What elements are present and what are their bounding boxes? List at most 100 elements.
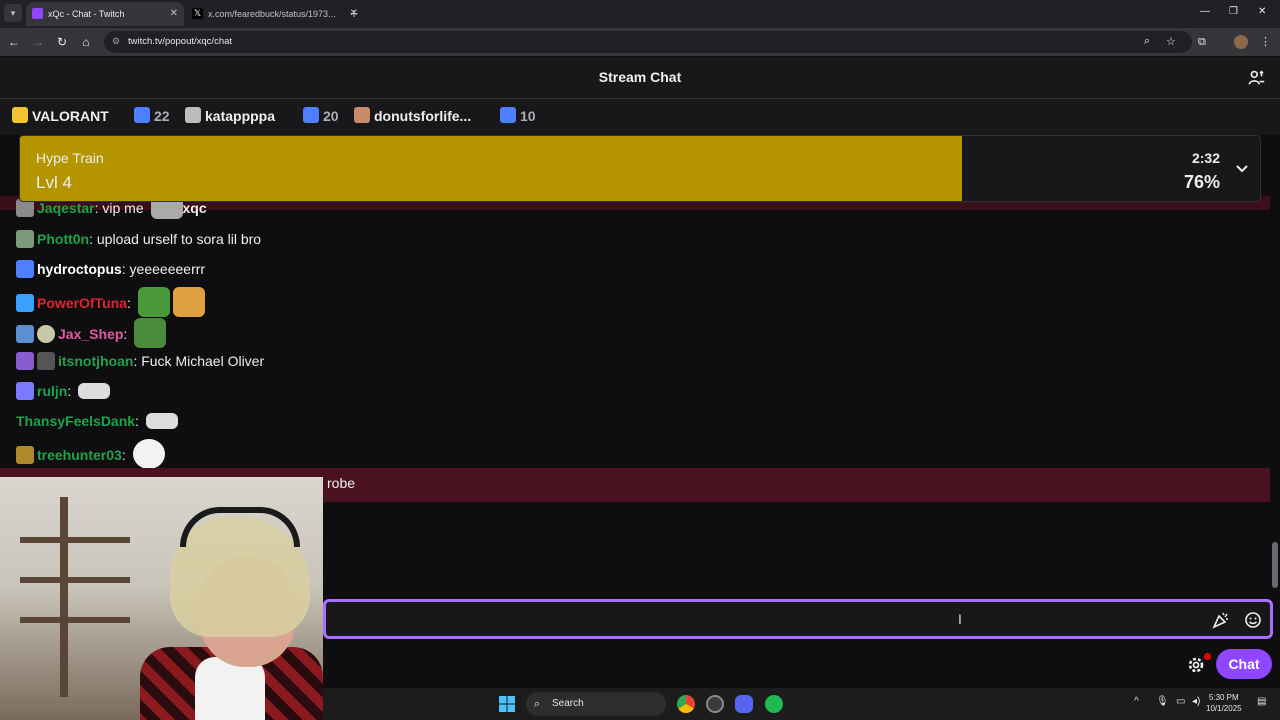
search-icon: ⌕ [534, 698, 541, 710]
notifications-icon[interactable]: ▤ [1257, 696, 1266, 707]
chrome-icon[interactable] [677, 695, 695, 713]
leaderboard-count: 10 [500, 106, 536, 126]
new-tab-button[interactable]: + [346, 4, 362, 22]
badge-icon [16, 294, 34, 312]
close-icon[interactable]: ✕ [170, 2, 178, 26]
emote-picker-icon[interactable] [1244, 611, 1262, 629]
badge-icon [16, 446, 34, 464]
zoom-icon[interactable]: ⌕ [1144, 35, 1150, 48]
chat-text: robe [327, 475, 356, 491]
celebration-icon[interactable] [1212, 611, 1230, 629]
gift-icon [303, 107, 319, 123]
menu-kebab-icon[interactable]: ⋮ [1260, 35, 1271, 48]
headset-graphic [180, 507, 300, 547]
chat-username[interactable]: hydroctopus [37, 261, 122, 277]
tray-chevron-up-icon[interactable]: ^ [1134, 696, 1139, 707]
chat-username[interactable]: itsnotjhoan [58, 353, 133, 369]
chat-text: : upload urself to sora lil bro [89, 231, 262, 247]
chat-username[interactable]: PowerOfTuna [37, 295, 127, 311]
gift-icon [134, 107, 150, 123]
minimize-button[interactable]: — [1200, 6, 1210, 17]
emote-icon [132, 439, 165, 469]
chat-text: : [123, 326, 128, 342]
site-info-icon[interactable]: ⚙ [112, 36, 120, 47]
chat-message: itsnotjhoan: Fuck Michael Oliver [16, 349, 264, 373]
chat-username[interactable]: Phott0n [37, 231, 89, 247]
leaderboard-item-valorant[interactable]: VALORANT [12, 106, 109, 126]
obs-icon[interactable] [706, 695, 724, 713]
hype-train-title: Hype Train [36, 150, 104, 166]
chat-username[interactable]: Jaqestar [37, 200, 95, 216]
extensions-icon[interactable]: ⧉ [1198, 36, 1206, 49]
chat-scrollbar[interactable] [1270, 135, 1280, 600]
chat-username[interactable]: ThansyFeelsDank [16, 413, 135, 429]
leaderboard-count: 20 [303, 106, 339, 126]
chat-message: treehunter03: [16, 439, 165, 469]
chat-username[interactable]: ruljn [37, 383, 67, 399]
windows-start-icon[interactable] [499, 696, 515, 712]
emote-icon [145, 413, 178, 429]
mention-text: xqc [182, 200, 207, 216]
spotify-icon[interactable] [765, 695, 783, 713]
chat-text: : [121, 447, 126, 463]
send-chat-button[interactable]: Chat [1216, 649, 1272, 679]
restore-button[interactable]: ❐ [1229, 6, 1238, 17]
chevron-down-icon[interactable] [1234, 160, 1250, 176]
scrollbar-thumb[interactable] [1272, 542, 1278, 588]
hype-train-banner[interactable]: Hype Train Lvl 4 2:32 76% [19, 135, 1261, 202]
url-text: twitch.tv/popout/xqc/chat [128, 36, 233, 47]
taskbar-clock[interactable]: 5:30 PM 10/1/2025 [1206, 692, 1242, 714]
tab-search-icon[interactable]: ▾ [4, 4, 22, 22]
chat-input[interactable]: I [323, 599, 1273, 639]
address-bar[interactable]: ⚙ twitch.tv/popout/xqc/chat ⌕ ☆ [104, 31, 1192, 53]
chat-username[interactable]: Jax_Shep [58, 326, 123, 342]
tab-x-status[interactable]: 𝕏 x.com/fearedbuck/status/1973... ✕ [186, 2, 364, 26]
chat-message-list: Jaqestar: vip me xqc Phott0n: upload urs… [0, 196, 1270, 498]
badge-icon [16, 260, 34, 278]
close-window-button[interactable]: ✕ [1258, 6, 1266, 17]
chat-text: : Fuck Michael Oliver [133, 353, 265, 369]
badge-icon [16, 325, 34, 343]
back-button[interactable]: ← [6, 34, 22, 50]
home-button[interactable]: ⌂ [78, 34, 94, 50]
muted-icon [37, 352, 55, 370]
emote-icon [134, 318, 167, 348]
twitch-icon [32, 8, 43, 19]
webcam-overlay [0, 477, 323, 720]
badge-icon [16, 382, 34, 400]
microphone-icon[interactable]: 🎙 [1156, 696, 1169, 707]
clock-date: 10/1/2025 [1206, 704, 1242, 713]
chat-header: Stream Chat [0, 57, 1280, 99]
chat-text: : vip me [94, 200, 144, 216]
profile-avatar[interactable] [1234, 35, 1248, 49]
chat-text: : [67, 383, 72, 399]
hype-train-progress-fill [20, 136, 963, 201]
shelf-graphic [20, 537, 130, 543]
tab-twitch-chat[interactable]: xQc - Chat - Twitch ✕ [26, 2, 184, 26]
volume-icon[interactable]: ◂) [1192, 696, 1200, 707]
shelf-graphic [20, 577, 130, 583]
chat-username[interactable]: treehunter03 [37, 447, 122, 463]
badge-icon [16, 352, 34, 370]
reload-button[interactable]: ↻ [54, 34, 70, 50]
gift-leaderboard: VALORANT 22 katappppa 20 donutsforlife..… [0, 99, 1280, 135]
taskbar-search[interactable]: ⌕ Search [526, 692, 666, 716]
leaderboard-item-katappppa[interactable]: katappppa [185, 106, 275, 126]
network-icon[interactable]: ▭ [1176, 696, 1185, 707]
chat-message: ThansyFeelsDank: [16, 409, 178, 433]
hype-train-level: Lvl 4 [36, 173, 72, 192]
hype-train-timer: 2:32 [1191, 150, 1220, 166]
leaderboard-item-donutsforlife[interactable]: donutsforlife... [354, 106, 471, 126]
forward-button[interactable]: → [30, 34, 46, 50]
emote-icon [78, 383, 111, 399]
taskbar-search-label: Search [552, 698, 584, 709]
gift-icon [500, 107, 516, 123]
bookmark-star-icon[interactable]: ☆ [1166, 35, 1176, 48]
gift-icon [185, 107, 201, 123]
discord-icon[interactable] [735, 695, 753, 713]
text-cursor-icon: I [958, 611, 962, 627]
gift-icon [12, 107, 28, 123]
gear-icon[interactable] [1186, 655, 1206, 675]
chat-message: ruljn: [16, 379, 111, 403]
community-users-icon[interactable] [1248, 69, 1266, 87]
